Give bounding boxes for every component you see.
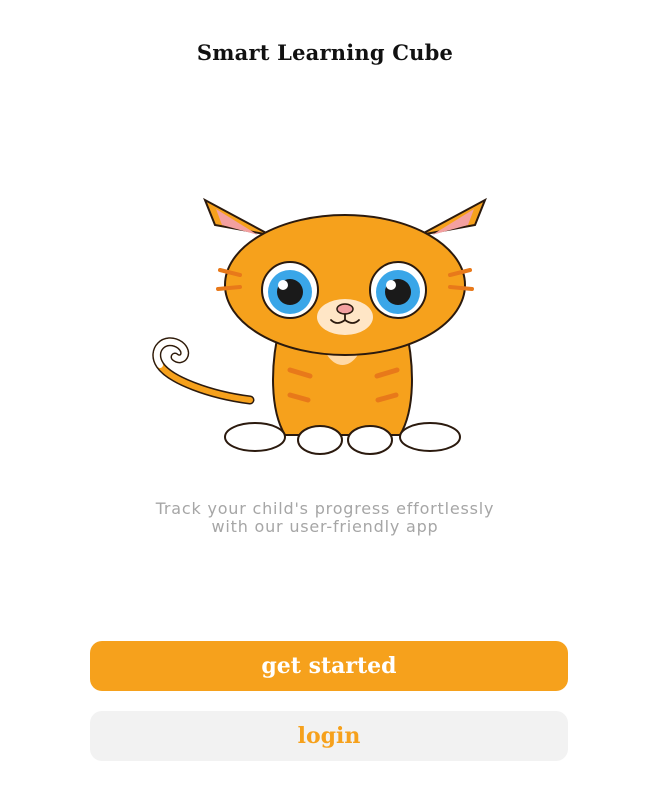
page-title: Smart Learning Cube: [196, 40, 454, 65]
tagline-line-1: Track your child's progress effortlessly: [155, 499, 495, 518]
tagline: Track your child's progress effortlessly…: [0, 500, 650, 536]
login-button[interactable]: login: [90, 711, 568, 761]
get-started-button[interactable]: get started: [90, 641, 568, 691]
kitten-mascot-icon: [152, 197, 487, 455]
tagline-line-2: with our user-friendly app: [211, 517, 439, 536]
